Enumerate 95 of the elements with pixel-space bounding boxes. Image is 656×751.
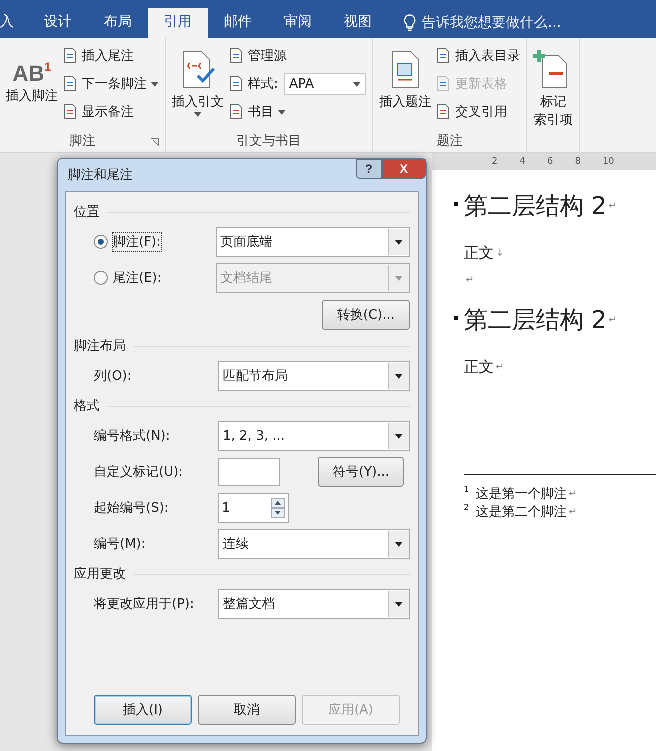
caret-icon bbox=[395, 602, 403, 606]
document-icon bbox=[435, 76, 452, 92]
input-field[interactable] bbox=[218, 458, 280, 486]
field-label: 自定义标记(U): bbox=[94, 464, 184, 481]
caret-icon bbox=[353, 82, 362, 86]
ribbon-large-button[interactable]: 标记 索引项 bbox=[533, 44, 574, 130]
paragraph-mark: ↵ bbox=[608, 200, 618, 212]
group-label: 题注 bbox=[436, 133, 463, 150]
ribbon-small-button[interactable]: 插入尾注 bbox=[62, 44, 159, 68]
ribbon-tab[interactable]: 审阅 bbox=[268, 8, 328, 38]
dropdown[interactable]: 页面底端 bbox=[216, 227, 410, 257]
document-icon bbox=[62, 104, 78, 120]
dropdown[interactable]: 匹配节布局 bbox=[218, 361, 410, 391]
field-label: 编号格式(N): bbox=[94, 428, 172, 445]
dialog-button[interactable]: 插入(I) bbox=[94, 695, 192, 725]
document-icon bbox=[62, 76, 78, 92]
document-text: 正文 bbox=[464, 244, 494, 262]
dropdown[interactable]: 连续 bbox=[218, 529, 410, 559]
section-heading: 格式 bbox=[74, 398, 100, 415]
group-label: 脚注 bbox=[70, 133, 96, 150]
footnote-text: 这是第一个脚注 bbox=[476, 486, 567, 503]
caret-icon bbox=[395, 374, 403, 378]
ribbon-small-button[interactable]: 管理源 bbox=[228, 44, 366, 68]
dialog-launcher-icon[interactable] bbox=[151, 138, 159, 146]
field-label: 将更改应用于(P): bbox=[94, 596, 196, 613]
help-button[interactable]: ? bbox=[356, 159, 382, 179]
ruler-number: 10 bbox=[602, 156, 614, 166]
caret-icon bbox=[395, 542, 403, 546]
document-text: 正文 bbox=[464, 358, 494, 376]
document-text: 第二层结构 2 bbox=[464, 305, 607, 336]
ribbon-large-button[interactable]: 插入引文 bbox=[172, 44, 224, 130]
footnote-number: 1 bbox=[464, 485, 470, 494]
ribbon-small-button[interactable]: 下一条脚注 bbox=[62, 72, 159, 96]
lightbulb-icon bbox=[404, 14, 416, 32]
document-icon bbox=[62, 48, 78, 64]
symbol-button[interactable]: 符号(Y)... bbox=[318, 457, 404, 487]
field-label: 起始编号(S): bbox=[94, 500, 170, 517]
caret-icon bbox=[395, 434, 403, 438]
ribbon-tab[interactable]: 视图 bbox=[328, 8, 388, 38]
ribbon-small-button[interactable]: 插入表目录 bbox=[435, 44, 520, 68]
paragraph-mark: ↵ bbox=[569, 488, 578, 500]
document-icon bbox=[435, 48, 452, 64]
section-heading: 应用更改 bbox=[74, 566, 126, 583]
ribbon-tab[interactable]: 邮件 bbox=[208, 8, 268, 38]
ribbon-small-button[interactable]: 显示备注 bbox=[62, 100, 159, 124]
caret-icon bbox=[395, 276, 403, 280]
caret-icon bbox=[151, 82, 159, 86]
ribbon-small-button[interactable]: 书目 bbox=[228, 100, 366, 124]
document-icon bbox=[435, 104, 452, 120]
ribbon-large-button[interactable]: 插入题注 bbox=[379, 44, 432, 130]
radio-button[interactable] bbox=[94, 235, 108, 249]
group-label: 引文与书目 bbox=[236, 133, 302, 150]
ruler-number: 2 bbox=[492, 156, 498, 166]
spin-up-icon[interactable] bbox=[271, 498, 285, 508]
tell-me-search[interactable]: 告诉我您想要做什么... bbox=[404, 8, 562, 38]
document-text: 第二层结构 2 bbox=[464, 191, 607, 222]
ribbon-small-button[interactable]: 交叉引用 bbox=[435, 100, 520, 124]
radio-label[interactable]: 脚注(F): bbox=[113, 233, 162, 251]
ruler-number: 8 bbox=[575, 156, 581, 166]
footnote-number: 2 bbox=[464, 503, 470, 512]
field-label: 编号(M): bbox=[94, 536, 147, 553]
dropdown[interactable]: 整篇文档 bbox=[218, 589, 410, 619]
spin-down-icon[interactable] bbox=[271, 508, 285, 518]
paragraph-mark: ↓ bbox=[496, 248, 504, 258]
section-heading: 脚注布局 bbox=[74, 338, 126, 355]
spinner-field[interactable]: 1 bbox=[218, 493, 289, 523]
heading-bullet-icon bbox=[454, 202, 458, 206]
field-label: 列(O): bbox=[94, 368, 133, 385]
paragraph-mark: ↵ bbox=[496, 362, 504, 372]
close-button[interactable]: X bbox=[382, 159, 426, 179]
section-heading: 位置 bbox=[74, 204, 100, 221]
dialog-button[interactable]: 取消 bbox=[198, 695, 296, 725]
style-dropdown[interactable]: APA bbox=[284, 73, 366, 95]
footnote-text: 这是第二个脚注 bbox=[476, 504, 567, 521]
paragraph-mark: ↵ bbox=[608, 314, 618, 326]
ribbon-tab[interactable]: 入 bbox=[0, 8, 28, 38]
document-icon bbox=[228, 48, 244, 64]
dropdown[interactable]: 1, 2, 3, ... bbox=[218, 421, 410, 451]
caret-icon bbox=[278, 110, 286, 114]
dialog-title: 脚注和尾注 bbox=[68, 167, 133, 184]
convert-button[interactable]: 转换(C)... bbox=[322, 300, 410, 330]
caret-icon bbox=[395, 240, 403, 244]
ribbon-small-button[interactable]: 样式: APA bbox=[228, 72, 366, 96]
ribbon-tab[interactable]: 设计 bbox=[28, 8, 88, 38]
paragraph-mark: ↵ bbox=[466, 274, 474, 286]
document-icon bbox=[228, 104, 244, 120]
footnote-icon: AB$^{1}$ bbox=[12, 50, 52, 84]
heading-bullet-icon bbox=[454, 316, 458, 320]
ribbon-large-button[interactable]: AB$^{1}$ 插入脚注 bbox=[6, 44, 58, 130]
ribbon-tab[interactable]: 引用 bbox=[148, 8, 208, 38]
ruler-number: 4 bbox=[520, 156, 526, 166]
ribbon-tab[interactable]: 布局 bbox=[88, 8, 148, 38]
paragraph-mark: ↵ bbox=[569, 506, 578, 518]
ruler-number: 6 bbox=[547, 156, 554, 166]
document-icon bbox=[228, 76, 244, 92]
